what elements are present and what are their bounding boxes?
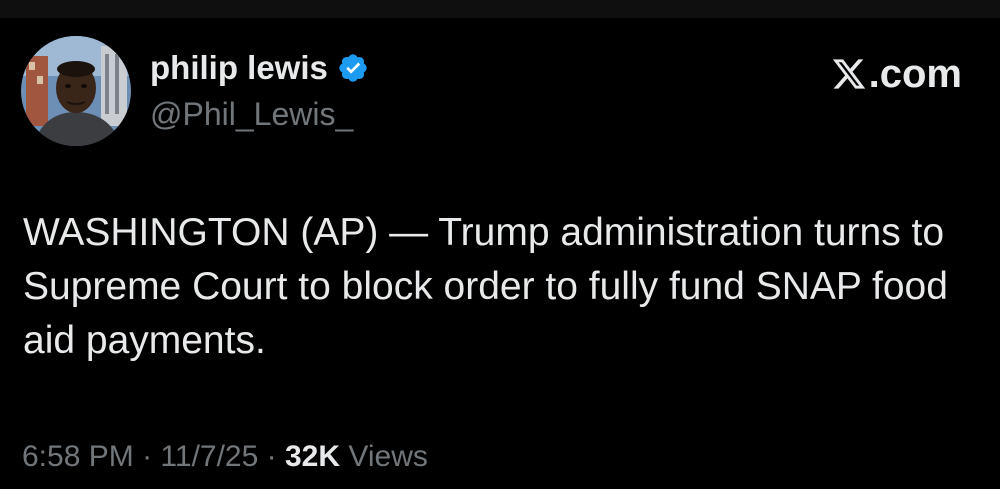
views-label: Views — [348, 440, 428, 473]
avatar[interactable] — [21, 36, 131, 146]
verified-badge-icon — [337, 52, 369, 84]
brand-domain-text: .com — [868, 52, 962, 96]
author-handle[interactable]: @Phil_Lewis_ — [150, 94, 353, 134]
views-count[interactable]: 32K — [285, 440, 340, 473]
tweet-date[interactable]: 11/7/25 — [160, 440, 258, 473]
tweet-meta: 6:58 PM · 11/7/25 · 32K Views — [22, 437, 428, 477]
x-logo-icon — [831, 56, 867, 92]
top-strip — [0, 0, 1000, 18]
meta-separator: · — [266, 440, 277, 473]
author-name-row[interactable]: philip lewis — [150, 48, 369, 88]
author-display-name[interactable]: philip lewis — [150, 48, 328, 88]
avatar-photo — [21, 36, 131, 146]
tweet-text: WASHINGTON (AP) — Trump administration t… — [23, 211, 948, 362]
tweet-time[interactable]: 6:58 PM — [22, 440, 134, 473]
meta-separator: · — [142, 440, 153, 473]
brand-logo: .com — [831, 52, 962, 96]
